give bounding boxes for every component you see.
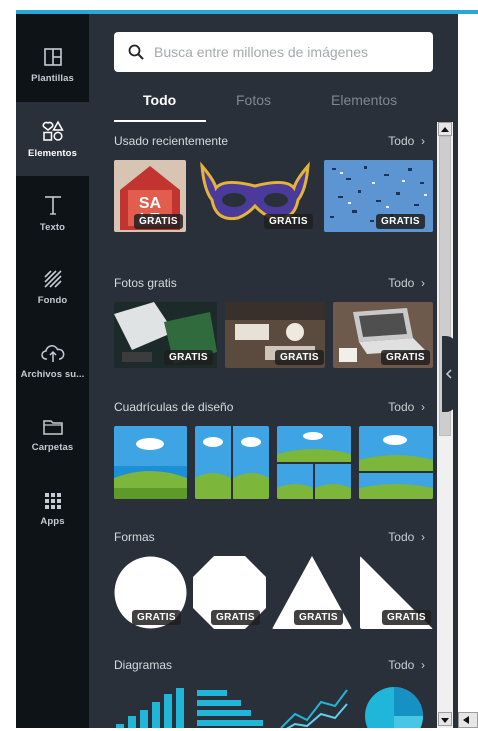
horizontal-scroll-button[interactable] xyxy=(458,712,478,728)
diagram-item-horizontal-bars[interactable] xyxy=(195,684,270,728)
line-chart-icon xyxy=(280,689,348,728)
see-all-link[interactable]: Todo › xyxy=(388,134,425,148)
horizontal-bar-chart-icon xyxy=(197,690,263,726)
sidebar-item-plantillas[interactable]: Plantillas xyxy=(16,28,89,102)
layout-icon xyxy=(43,47,62,66)
caret-left-icon xyxy=(463,716,469,724)
free-badge: GRATIS xyxy=(132,610,181,625)
grid-two-columns-image xyxy=(195,426,269,499)
caret-down-icon xyxy=(441,718,449,723)
section-header-diagrams: Diagramas Todo › xyxy=(114,658,425,672)
free-badge: GRATIS xyxy=(382,610,431,625)
sidebar-item-label: Fondo xyxy=(37,294,68,306)
editor-side-panel: Plantillas Elementos Texto Fondo Archivo… xyxy=(16,14,458,728)
bar-chart-icon xyxy=(116,688,184,728)
chevron-left-icon xyxy=(445,369,452,379)
collapse-panel-button[interactable] xyxy=(442,336,456,412)
shape-item-octagon[interactable]: GRATIS xyxy=(193,556,266,629)
search-box[interactable] xyxy=(114,32,433,72)
upload-icon xyxy=(40,344,64,362)
see-all-link[interactable]: Todo › xyxy=(388,658,425,672)
free-badge: GRATIS xyxy=(294,610,343,625)
free-badge: GRATIS xyxy=(134,214,183,229)
sidebar-item-label: Elementos xyxy=(28,147,77,159)
tab-todo[interactable]: Todo xyxy=(143,92,176,108)
free-badge: GRATIS xyxy=(376,214,425,229)
svg-text:SA: SA xyxy=(139,195,162,212)
apps-icon xyxy=(44,492,61,509)
sidebar-item-carpetas[interactable]: Carpetas xyxy=(16,398,89,472)
section-title: Diagramas xyxy=(114,658,173,672)
grid-item-three-panel[interactable] xyxy=(277,426,351,499)
recent-item-mask[interactable]: GRATIS xyxy=(194,160,316,232)
folder-icon xyxy=(42,419,63,435)
sidebar-item-elementos[interactable]: Elementos xyxy=(16,102,89,176)
see-all-link[interactable]: Todo › xyxy=(388,276,425,290)
photo-item-laptop[interactable]: GRATIS xyxy=(333,302,433,368)
see-all-link[interactable]: Todo › xyxy=(388,530,425,544)
section-header-photos: Fotos gratis Todo › xyxy=(114,276,425,290)
free-badge: GRATIS xyxy=(381,350,430,365)
section-header-recent: Usado recientemente Todo › xyxy=(114,134,425,148)
section-title: Formas xyxy=(114,530,155,544)
diagram-item-bar-chart[interactable] xyxy=(114,684,189,728)
recent-item-sale-sign[interactable]: SA LE GRATIS xyxy=(114,160,186,232)
sidebar-item-label: Carpetas xyxy=(31,441,74,453)
grid-item-two-columns[interactable] xyxy=(195,426,269,499)
section-title: Usado recientemente xyxy=(114,134,229,148)
section-header-grids: Cuadrículas de diseño Todo › xyxy=(114,400,425,414)
diagram-item-line-chart[interactable] xyxy=(277,684,352,728)
grid-single-image xyxy=(114,426,187,499)
free-badge: GRATIS xyxy=(211,610,260,625)
scroll-down-button[interactable] xyxy=(438,712,452,726)
grid-item-two-rows[interactable] xyxy=(359,426,433,499)
free-badge: GRATIS xyxy=(275,350,324,365)
sidebar-item-fondo[interactable]: Fondo xyxy=(16,250,89,324)
sidebar-item-label: Apps xyxy=(40,515,65,527)
free-badge: GRATIS xyxy=(164,350,213,365)
photo-item-cafe-table[interactable]: GRATIS xyxy=(225,302,325,368)
active-tab-indicator xyxy=(114,120,206,122)
scroll-up-button[interactable] xyxy=(438,122,452,136)
content-scroll-area: Usado recientemente Todo › SA LE GRATIS xyxy=(89,126,437,728)
grid-two-rows-image xyxy=(359,426,433,499)
recent-item-confetti[interactable]: GRATIS xyxy=(324,160,433,232)
caret-up-icon xyxy=(441,127,449,132)
background-icon xyxy=(43,269,62,288)
sidebar-item-label: Texto xyxy=(39,221,66,233)
shape-item-right-triangle[interactable]: GRATIS xyxy=(360,556,433,629)
search-input[interactable] xyxy=(154,44,414,60)
vertical-scrollbar[interactable] xyxy=(437,122,453,728)
grid-three-panel-image xyxy=(277,426,351,499)
sidebar-item-label: Archivos su... xyxy=(20,368,85,380)
shape-item-circle[interactable]: GRATIS xyxy=(114,556,187,629)
elements-panel: Todo Fotos Elementos Usado recientemente… xyxy=(89,14,458,728)
grid-item-single[interactable] xyxy=(114,426,187,499)
photo-item-desk-green[interactable]: GRATIS xyxy=(114,302,217,368)
section-header-shapes: Formas Todo › xyxy=(114,530,425,544)
diagram-item-pie-chart[interactable] xyxy=(364,686,424,728)
pie-chart-icon xyxy=(365,687,423,728)
search-icon xyxy=(128,44,144,60)
tab-elementos[interactable]: Elementos xyxy=(331,92,397,108)
sidebar-item-texto[interactable]: Texto xyxy=(16,176,89,250)
see-all-link[interactable]: Todo › xyxy=(388,400,425,414)
sidebar-item-archivos[interactable]: Archivos su... xyxy=(16,324,89,398)
tab-bar: Todo Fotos Elementos xyxy=(114,92,433,124)
text-icon xyxy=(44,195,61,215)
sidebar-rail: Plantillas Elementos Texto Fondo Archivo… xyxy=(16,14,89,728)
section-title: Fotos gratis xyxy=(114,276,177,290)
sidebar-item-apps[interactable]: Apps xyxy=(16,472,89,546)
free-badge: GRATIS xyxy=(264,214,313,229)
section-title: Cuadrículas de diseño xyxy=(114,400,234,414)
shapes-icon xyxy=(42,119,64,141)
sidebar-item-label: Plantillas xyxy=(31,72,74,84)
tab-fotos[interactable]: Fotos xyxy=(236,92,271,108)
shape-item-triangle[interactable]: GRATIS xyxy=(272,556,352,629)
